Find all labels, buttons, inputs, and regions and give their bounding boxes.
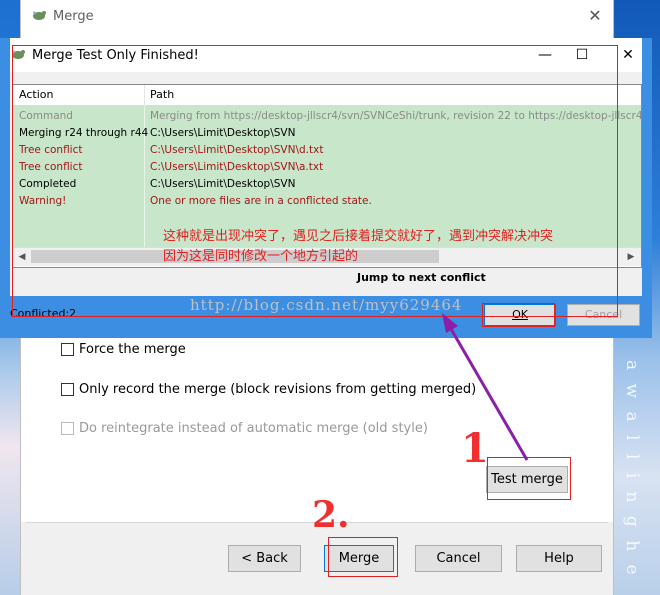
step-2-annotation: 2. — [312, 494, 350, 536]
step-1-annotation: 1 — [461, 425, 489, 472]
